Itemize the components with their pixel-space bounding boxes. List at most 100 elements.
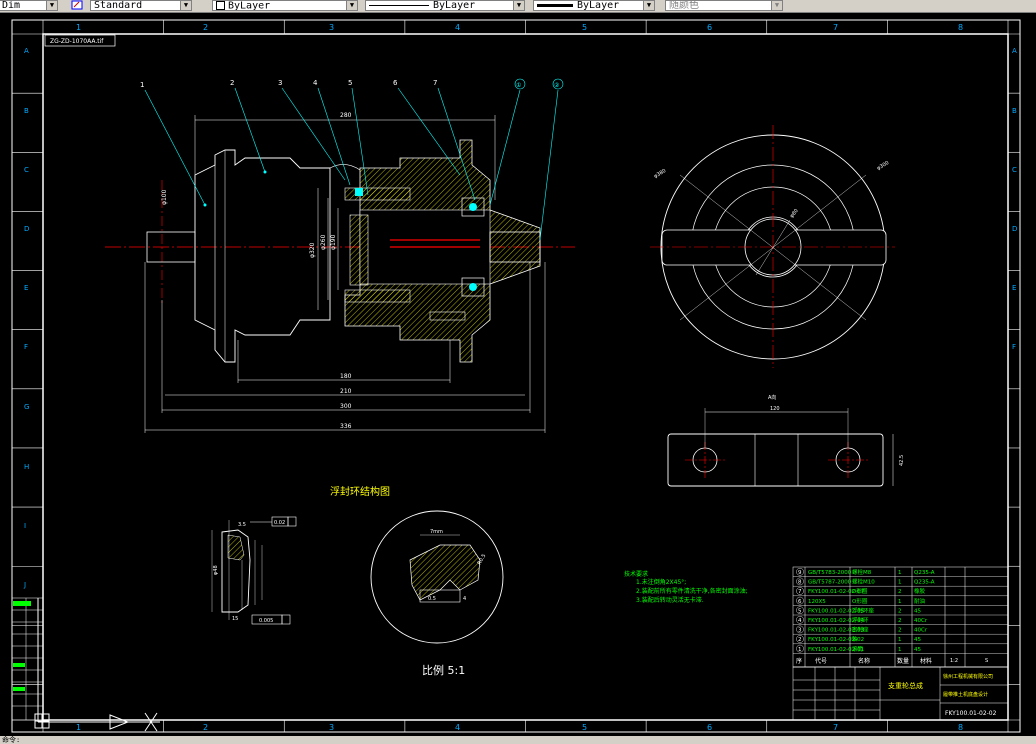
dim-text: φ300 (876, 160, 890, 172)
main-view-dim-text: 280 180 210 300 336 φ320 φ260 φ190 φ100 (161, 112, 352, 430)
ucs-icon (34, 598, 160, 732)
bom-stage: S (985, 658, 988, 664)
bom-cell: 2 (898, 608, 902, 614)
note-item: 1.未注倒角2X45°; (636, 578, 686, 586)
drawing-code-box: ZG-ZD-1070AA.tif (44, 34, 116, 47)
col-label: 1 (76, 723, 81, 732)
bom-cell: 7 (798, 589, 802, 595)
seal-ring-drawing (211, 516, 297, 625)
note-item: 2.装配前所有零件清洗干净,各密封面涂油; (636, 587, 748, 595)
col-label: 8 (958, 723, 963, 732)
dim-text: φ380 (653, 168, 667, 180)
dim-text: φ100 (161, 189, 168, 205)
layer-color-value: ByLayer (228, 0, 271, 11)
dim-text: 280 (340, 112, 352, 119)
chevron-down-icon[interactable]: ▼ (46, 1, 57, 10)
command-line[interactable]: 命令: (0, 736, 1036, 744)
row-labels: A B C D E F G H I J A B C D E F (23, 47, 1017, 589)
dim-style-combo[interactable]: Dim ▼ (0, 0, 58, 11)
bom-header-cell: 代号 (815, 657, 827, 665)
bom-cell: 螺栓M10 (852, 578, 875, 586)
balloon-label: 3 (278, 79, 282, 87)
dim-text: φ190 (330, 234, 337, 250)
balloon-label: 4 (313, 79, 318, 87)
dim-text: φ80 (789, 208, 800, 219)
lineweight-value: ByLayer (577, 0, 620, 11)
row-label: C (1012, 166, 1017, 174)
balloon-label: 1 (140, 81, 144, 89)
bom-cell: 螺栓M8 (852, 568, 872, 576)
bom-company: 徐州工程机械有限公司 (943, 673, 993, 680)
row-label: F (24, 343, 28, 351)
dim-text: 210 (340, 388, 352, 395)
row-label: D (1012, 225, 1017, 233)
col-label: 1 (76, 23, 81, 32)
text-style-combo[interactable]: Standard ▼ (90, 0, 192, 11)
chevron-down-icon[interactable]: ▼ (771, 1, 782, 10)
dim-text: R0.5 (477, 553, 488, 566)
bom-subtitle: 履带推土机底盘设计 (943, 691, 988, 698)
dim-style-value: Dim (2, 0, 21, 11)
seal-title: 浮封环结构图 (330, 485, 390, 498)
bottom-view-dims: A向 120 42.5 (768, 394, 905, 466)
chevron-down-icon[interactable]: ▼ (643, 1, 654, 10)
main-section-view (105, 139, 575, 363)
balloon-label: ② (554, 82, 560, 89)
col-label: 7 (833, 723, 838, 732)
bom-cell: 120X5 (808, 599, 826, 605)
plot-style-combo[interactable]: 随颜色 ▼ (665, 0, 783, 11)
row-label: E (1012, 284, 1016, 292)
command-prompt: 命令: (2, 736, 21, 744)
layer-color-combo[interactable]: ByLayer ▼ (212, 0, 358, 11)
chevron-down-icon[interactable]: ▼ (513, 1, 524, 10)
dim-text: 300 (340, 403, 352, 410)
bom-cell: 1 (898, 570, 902, 576)
col-label: 6 (707, 723, 712, 732)
bom-cell: 1 (898, 647, 902, 653)
dim-text: 4 (463, 596, 466, 602)
row-label: B (24, 107, 29, 115)
bom-cell: 45 (914, 637, 921, 643)
bom-cell: 轴 (852, 635, 858, 643)
dim-text: φ48 (213, 565, 219, 575)
col-label: 4 (455, 723, 460, 732)
col-label: 4 (455, 23, 460, 32)
bom-header-cell: 序 (796, 657, 802, 665)
row-label: G (24, 403, 29, 411)
bom-cell: 2 (898, 628, 902, 634)
bom-cell: 2 (898, 618, 902, 624)
notes-title: 技术要求 (624, 570, 648, 578)
bom-cell: 45 (914, 608, 921, 614)
chevron-down-icon[interactable]: ▼ (180, 1, 191, 10)
technical-notes: 技术要求 1.未注倒角2X45°; 2.装配前所有零件清洗干净,各密封面涂油; … (624, 570, 748, 604)
drawing-canvas[interactable]: 1 2 3 4 5 6 7 8 1 2 3 4 5 6 7 8 A B C D … (0, 12, 1036, 736)
balloon-label: 6 (393, 79, 398, 87)
bom-cell: 密封座 (852, 626, 869, 634)
bom-cell: 2 (798, 637, 802, 643)
bom-cell: 40Cr (914, 628, 928, 634)
dim-text: 180 (340, 373, 352, 380)
dim-text: 15 (232, 616, 238, 622)
linetype-value: ByLayer (433, 0, 476, 11)
bom-cell: 6 (798, 599, 802, 605)
col-label: 2 (203, 23, 208, 32)
bom-cell: 9 (798, 570, 802, 576)
bom-cell: 浮封环座 (852, 606, 875, 614)
row-label: H (24, 463, 29, 471)
balloon-label: 2 (230, 79, 234, 87)
lineweight-combo[interactable]: ByLayer ▼ (533, 0, 655, 11)
bom-header-cell: 数量 (897, 657, 909, 665)
stamp-mark (13, 687, 25, 691)
text-style-icon[interactable] (71, 0, 85, 11)
bom-cell: Q235-A (914, 570, 935, 576)
bom-cell: 4 (798, 618, 802, 624)
plot-style-value: 随颜色 (669, 0, 699, 11)
dim-text: 120 (770, 406, 780, 412)
bom-cell: 耐油 (914, 597, 926, 605)
linetype-combo[interactable]: ByLayer ▼ (365, 0, 525, 11)
bom-cell: GB/T5787-2000 (808, 580, 852, 586)
dim-text: 0.5 (428, 596, 436, 602)
chevron-down-icon[interactable]: ▼ (346, 1, 357, 10)
balloon-label: 7 (433, 79, 437, 87)
bom-cell: 橡胶 (914, 587, 926, 595)
